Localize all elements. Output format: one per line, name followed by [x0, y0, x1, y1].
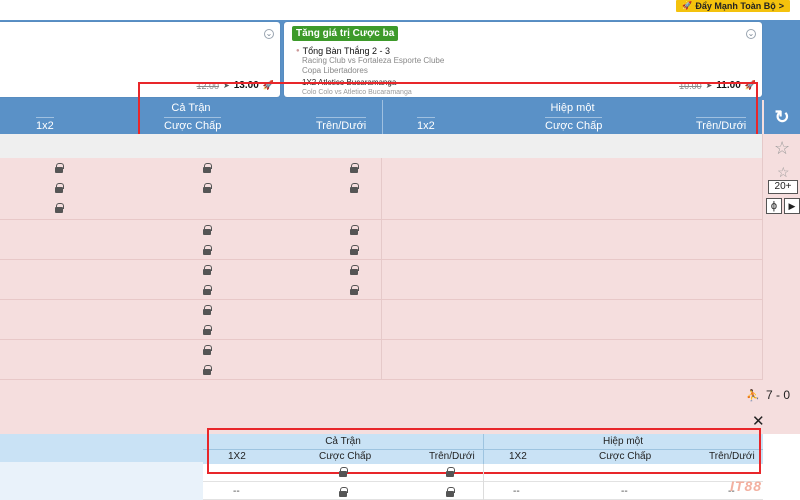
lock-icon [350, 225, 359, 235]
lock-icon [350, 245, 359, 255]
lock-icon [55, 163, 64, 173]
col-1x2: 1x2 [36, 117, 54, 134]
lock-icon [55, 203, 64, 213]
expand-icon[interactable]: ⌄ [746, 29, 756, 39]
lock-icon [203, 305, 212, 315]
favorite-star-small-icon[interactable]: ☆ [777, 164, 790, 181]
odds-placeholder: -- [621, 486, 628, 497]
odds-placeholder: -- [233, 486, 240, 497]
lock-icon [350, 183, 359, 193]
player-kick-icon: ⛹ [746, 389, 760, 402]
lock-icon [203, 245, 212, 255]
lock-icon [350, 285, 359, 295]
lock-icon [203, 183, 212, 193]
lock-icon [350, 265, 359, 275]
lock-icon [339, 487, 348, 497]
lock-icon [350, 163, 359, 173]
promo-market-text: Tổng Bàn Thắng 2 - 3 [302, 46, 391, 56]
column-divider [381, 158, 382, 380]
rocket-icon: 🚀 [682, 1, 693, 10]
lock-icon [203, 285, 212, 295]
league-row [0, 134, 762, 158]
play-icon[interactable]: ▶ [784, 198, 800, 214]
odds-placeholder: -- [513, 486, 520, 497]
pin-icon: ● [296, 48, 300, 54]
watermark-logo: IT88 [730, 478, 763, 494]
match-score: ⛹ 7 - 0 [746, 388, 790, 402]
top-strip: 🚀 Đẩy Mạnh Toàn Bộ > [0, 0, 800, 20]
promo-line-market: ● Tổng Bàn Thắng 2 - 3 [296, 46, 444, 56]
boost-all-label: Đẩy Mạnh Toàn Bộ [695, 1, 776, 11]
refresh-button[interactable]: ↻ [764, 100, 800, 134]
score-value: 7 - 0 [765, 388, 790, 402]
promo-tag: Tăng giá trị Cược ba [292, 26, 399, 41]
more-markets-button[interactable]: 20+ [768, 180, 798, 194]
chevron-right-icon: > [778, 1, 784, 11]
promo-line-match: Racing Club vs Fortaleza Esporte Clube [302, 56, 445, 65]
refresh-icon: ↻ [774, 106, 790, 127]
lock-icon [203, 163, 212, 173]
bottom-left-panel [0, 434, 203, 500]
boost-all-button[interactable]: 🚀 Đẩy Mạnh Toàn Bộ > [676, 0, 790, 12]
favorite-star-icon[interactable]: ☆ [774, 138, 790, 159]
expand-icon[interactable]: ⌄ [264, 29, 274, 39]
lock-icon [203, 365, 212, 375]
bottom-column-divider [483, 464, 484, 500]
lock-icon [203, 345, 212, 355]
lock-icon [203, 265, 212, 275]
lock-icon [203, 325, 212, 335]
lock-icon [339, 467, 348, 477]
lock-icon [203, 225, 212, 235]
lock-icon [446, 467, 455, 477]
stats-icon[interactable]: ϕ [766, 198, 782, 214]
column-divider-right [762, 134, 763, 380]
lock-icon [446, 487, 455, 497]
lock-icon [55, 183, 64, 193]
promo-line-league: Copa Libertadores [302, 66, 368, 75]
bottom-left-strip [0, 434, 203, 462]
